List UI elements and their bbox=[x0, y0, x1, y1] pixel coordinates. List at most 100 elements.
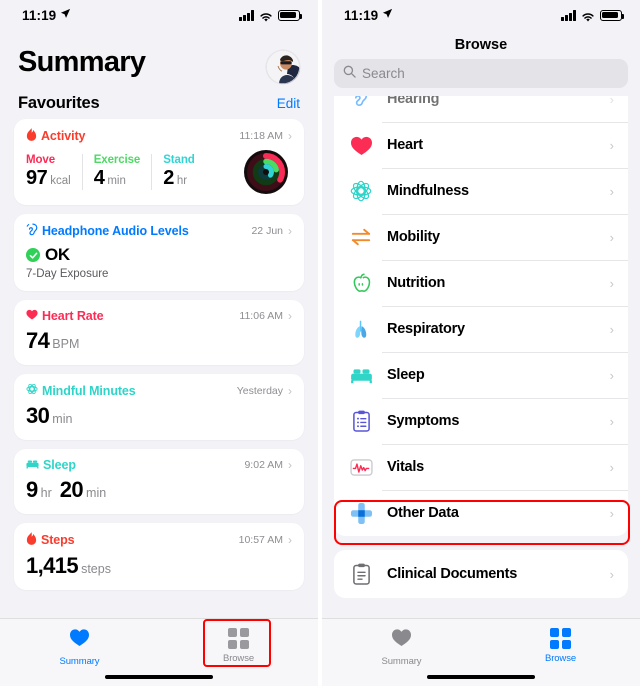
wifi-icon bbox=[259, 10, 273, 22]
ear-audio-icon bbox=[26, 223, 38, 239]
health-categories-group: Hearing › Heart › Mindfulness › Mobility… bbox=[334, 96, 628, 536]
location-arrow-icon bbox=[60, 8, 71, 22]
card-title: Activity bbox=[41, 129, 86, 143]
heart-icon bbox=[26, 309, 38, 323]
list-item-respiratory[interactable]: Respiratory › bbox=[334, 306, 628, 352]
card-unit: BPM bbox=[52, 337, 80, 351]
tab-bar: Summary Browse bbox=[322, 618, 640, 686]
summary-header: Summary bbox=[0, 30, 318, 84]
status-bar: 11:19 bbox=[322, 0, 640, 30]
chevron-right-icon: › bbox=[288, 224, 292, 238]
edit-button[interactable]: Edit bbox=[277, 96, 300, 111]
bed-icon bbox=[26, 458, 39, 472]
search-icon bbox=[343, 65, 356, 83]
stat-label: Move bbox=[26, 154, 55, 166]
card-title: Mindful Minutes bbox=[42, 383, 136, 398]
list-item-symptoms[interactable]: Symptoms › bbox=[334, 398, 628, 444]
list-item-label: Heart bbox=[387, 137, 423, 153]
steps-card[interactable]: Steps 10:57 AM › 1,415 steps bbox=[14, 523, 304, 590]
stat-value: 97 bbox=[26, 167, 48, 189]
card-value-secondary: 20 bbox=[59, 477, 84, 502]
card-value: 74 bbox=[26, 328, 50, 353]
list-item-clinical-documents[interactable]: Clinical Documents › bbox=[334, 550, 628, 598]
bed-icon bbox=[348, 362, 374, 388]
headphone-audio-levels-card[interactable]: Headphone Audio Levels 22 Jun › OK 7-Day… bbox=[14, 214, 304, 291]
category-list[interactable]: Hearing › Heart › Mindfulness › Mobility… bbox=[322, 96, 640, 618]
stat-value: 2 bbox=[163, 167, 174, 189]
browse-screen: 11:19 Browse Search Hearing › Heart › Mi… bbox=[320, 0, 640, 686]
status-bar: 11:19 bbox=[0, 0, 318, 30]
flame-icon bbox=[26, 128, 37, 144]
cellular-bars-icon bbox=[561, 10, 576, 21]
card-value: 30 bbox=[26, 403, 50, 428]
chevron-right-icon: › bbox=[609, 96, 614, 107]
tab-browse-label: Browse bbox=[544, 653, 577, 664]
mindful-minutes-card[interactable]: Mindful Minutes Yesterday › 30 min bbox=[14, 374, 304, 440]
card-title: Headphone Audio Levels bbox=[42, 224, 189, 238]
sleep-card[interactable]: Sleep 9:02 AM › 9 hr 20 min bbox=[14, 449, 304, 514]
card-title: Heart Rate bbox=[42, 309, 104, 323]
favourites-cards: Activity 11:18 AM › Move 97 kcal Exercis… bbox=[0, 119, 318, 590]
search-input[interactable]: Search bbox=[334, 59, 628, 88]
cellular-bars-icon bbox=[239, 10, 254, 21]
list-item-label: Clinical Documents bbox=[387, 566, 518, 582]
list-item-nutrition[interactable]: Nutrition › bbox=[334, 260, 628, 306]
heart-icon bbox=[391, 628, 412, 652]
stat-unit: kcal bbox=[50, 175, 71, 187]
chevron-right-icon: › bbox=[609, 413, 614, 429]
dual-screenshot-comparison: 11:19 Summary Favourites Edit Activity 1… bbox=[0, 0, 640, 686]
apple-icon bbox=[348, 270, 374, 296]
list-item-label: Mobility bbox=[387, 229, 440, 245]
card-unit: steps bbox=[81, 562, 111, 576]
heart-rate-card[interactable]: Heart Rate 11:06 AM › 74 BPM bbox=[14, 300, 304, 365]
section-title: Favourites bbox=[18, 94, 100, 112]
list-item-sleep[interactable]: Sleep › bbox=[334, 352, 628, 398]
list-item-label: Mindfulness bbox=[387, 183, 469, 199]
heart-icon bbox=[69, 628, 90, 652]
clinical-documents-group: Clinical Documents › bbox=[334, 550, 628, 598]
stat-label: Exercise bbox=[93, 154, 141, 166]
card-timestamp: 22 Jun bbox=[251, 225, 283, 237]
flame-icon bbox=[26, 532, 37, 548]
mindfulness-icon bbox=[348, 178, 374, 204]
card-value: 9 bbox=[26, 477, 38, 502]
chevron-right-icon: › bbox=[609, 229, 614, 245]
avatar[interactable] bbox=[266, 50, 300, 84]
grid-squares-icon bbox=[228, 628, 249, 649]
list-item-label: Nutrition bbox=[387, 275, 446, 291]
stat-unit: min bbox=[107, 175, 126, 187]
mobility-arrows-icon bbox=[348, 224, 374, 250]
wifi-icon bbox=[581, 10, 595, 22]
activity-rings bbox=[244, 150, 288, 194]
activity-stat-exercise: Exercise 4 min bbox=[81, 154, 152, 190]
list-item-heart[interactable]: Heart › bbox=[334, 122, 628, 168]
battery-full-icon bbox=[278, 9, 303, 21]
card-timestamp: Yesterday bbox=[236, 384, 283, 397]
chevron-right-icon: › bbox=[609, 275, 614, 291]
tab-bar: Summary Browse bbox=[0, 618, 318, 686]
list-item-mobility[interactable]: Mobility › bbox=[334, 214, 628, 260]
list-item-label: Vitals bbox=[387, 459, 424, 475]
card-title: Steps bbox=[41, 533, 75, 547]
list-item-mindfulness[interactable]: Mindfulness › bbox=[334, 168, 628, 214]
nav-title: Browse bbox=[454, 37, 508, 53]
chevron-right-icon: › bbox=[609, 459, 614, 475]
home-indicator bbox=[427, 675, 535, 679]
activity-stat-move: Move 97 kcal bbox=[26, 154, 82, 190]
list-item-hearing[interactable]: Hearing › bbox=[334, 96, 628, 122]
mindfulness-icon bbox=[26, 383, 38, 398]
battery-full-icon bbox=[600, 9, 625, 21]
list-item-other-data[interactable]: Other Data › bbox=[334, 490, 628, 536]
card-timestamp: 11:06 AM bbox=[239, 310, 283, 322]
chevron-right-icon: › bbox=[288, 458, 292, 472]
card-timestamp: 10:57 AM bbox=[238, 534, 283, 546]
summary-screen: 11:19 Summary Favourites Edit Activity 1… bbox=[0, 0, 320, 686]
list-item-vitals[interactable]: Vitals › bbox=[334, 444, 628, 490]
ear-icon bbox=[348, 96, 374, 112]
activity-stat-stand: Stand 2 hr bbox=[151, 154, 205, 190]
status-text: OK bbox=[45, 245, 70, 264]
activity-card[interactable]: Activity 11:18 AM › Move 97 kcal Exercis… bbox=[14, 119, 304, 205]
tab-summary-label: Summary bbox=[59, 656, 100, 667]
check-circle-icon bbox=[26, 248, 40, 262]
plus-cross-icon bbox=[348, 500, 374, 526]
